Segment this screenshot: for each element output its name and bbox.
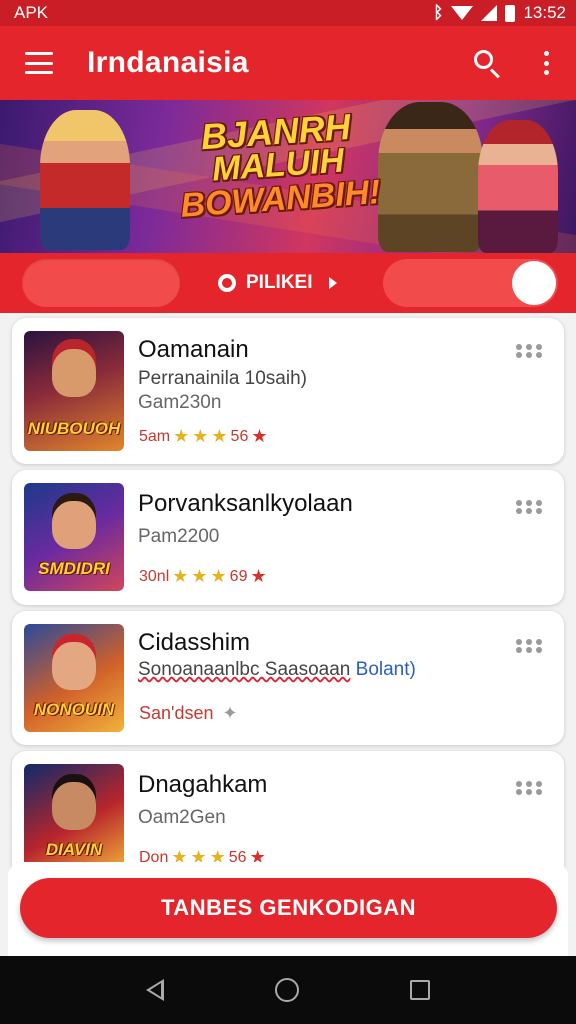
star-icon: ★ [172,566,189,586]
system-nav-bar [0,956,576,1024]
drag-handle-icon[interactable] [516,344,542,358]
home-icon[interactable] [274,978,299,1002]
star-icon: ★ [251,426,268,446]
filter-label: PILIKEI [246,272,313,293]
rating-label: 5am [139,427,171,445]
play-arrow-icon [328,277,337,289]
filter-pill[interactable] [22,259,180,307]
star-icon: ★ [211,426,228,446]
game-detail: Gam230n [138,392,222,413]
clock: 13:52 [523,3,566,22]
promo-banner[interactable]: BJANRH MALUIH BOWANBIH! [0,100,576,253]
star-icon: ★ [250,566,267,586]
game-detail: Oam2Gen [138,807,226,828]
signal-icon [481,5,498,21]
drag-handle-icon[interactable] [516,781,542,795]
bluetooth-icon: ᛒ [433,3,444,22]
game-card[interactable]: SMDIDRI Porvanksanlkyolaan Pam2200 30nl … [12,470,564,605]
app-bar: Irndanaisia [0,26,576,100]
game-subtitle: Perranainila 10saih) [138,368,307,389]
wifi-icon [451,6,474,20]
back-icon[interactable] [145,979,164,1001]
game-subtitle-accent: Bolant) [355,659,416,680]
game-title: Porvanksanlkyolaan [138,490,353,517]
thumb-caption: NONOUIN [33,700,115,719]
record-icon [218,274,236,292]
carrier-label: APK [14,3,49,22]
banner-hero-right [478,120,558,253]
game-thumbnail: DIAVIN [24,764,124,872]
filter-toggle[interactable] [383,259,558,307]
game-subtitle-text: Sonoanaanlbc Saasoaan [138,659,351,680]
banner-hero-left [40,110,130,250]
game-card[interactable]: NIUBOUOH Oamanain Perranainila 10saih) G… [12,318,564,464]
filter-selector[interactable]: PILIKEI [218,267,337,299]
thumb-caption: SMDIDRI [38,559,110,578]
game-subtitle: Sonoanaanlbc Saasoaan Bolant) [138,659,416,681]
star-icon: ★ [173,426,190,446]
thumb-caption: NIUBOUOH [27,419,121,438]
game-detail: Pam2200 [138,526,220,547]
app-title: Irndanaisia [87,46,249,79]
battery-icon [505,4,516,22]
primary-action-button[interactable]: TANBES GENKODIGAN [20,878,557,938]
game-rating: 30nl ★ ★ ★ 69 ★ [139,566,267,587]
star-icon: ★ [191,566,208,586]
drag-handle-icon[interactable] [516,500,542,514]
hamburger-menu-icon[interactable] [25,52,53,74]
more-vert-icon[interactable] [536,48,556,78]
rating-value: 69 [229,567,248,585]
star-icon: ★ [210,566,227,586]
banner-title: BJANRH MALUIH BOWANBIH! [175,106,381,225]
drag-handle-icon[interactable] [516,639,542,653]
toggle-knob [512,261,556,305]
rating-label: 30nl [139,567,170,585]
thumb-caption: DIAVIN [45,840,103,859]
game-thumbnail: NIUBOUOH [24,331,124,451]
game-rating: 5am ★ ★ ★ 56 ★ [139,426,267,447]
game-thumbnail: NONOUIN [24,624,124,732]
game-thumbnail: SMDIDRI [24,483,124,591]
pin-icon: ✦ [222,703,238,723]
banner-hero-center [378,102,483,252]
game-title: Oamanain [138,336,249,363]
game-card[interactable]: NONOUIN Cidasshim Sonoanaanlbc Saasoaan … [12,611,564,745]
recent-apps-icon[interactable] [410,980,431,1000]
game-title: Cidasshim [138,629,251,656]
search-icon[interactable] [472,48,502,79]
rating-value: 56 [230,427,249,445]
status-bar: APK ᛒ 13:52 [0,0,576,26]
star-icon: ★ [192,426,209,446]
game-rating: San'dsen ✦ [139,703,238,724]
status-icons: ᛒ 13:52 [433,3,566,23]
rating-label: San'dsen [139,703,214,723]
filter-bar: PILIKEI [0,253,576,313]
game-title: Dnagahkam [138,771,268,798]
